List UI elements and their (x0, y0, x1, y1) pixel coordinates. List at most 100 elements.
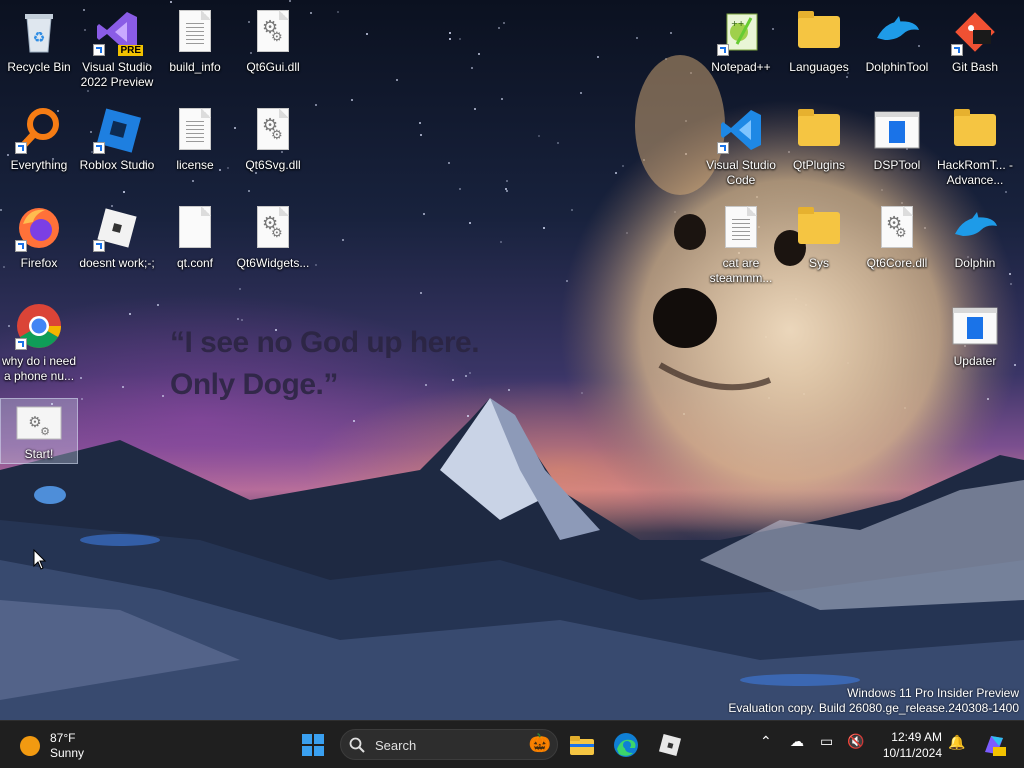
desktop-icon-dolphintool[interactable]: DolphinTool (858, 2, 936, 94)
icon-label: Sys (808, 256, 829, 270)
app-window-icon (951, 302, 999, 350)
text-file-icon (717, 204, 765, 252)
desktop-icon-firefox[interactable]: Firefox (0, 198, 78, 290)
desktop-icon-start[interactable]: ⚙ ⚙ Start! (0, 398, 78, 464)
app-window-icon (873, 106, 921, 154)
file-explorer-icon (570, 736, 594, 755)
desktop-icon-notepad-plus-plus[interactable]: ++ Notepad++ (702, 2, 780, 94)
desktop-icon-qt6gui-dll[interactable]: ⚙ ⚙ Qt6Gui.dll (234, 2, 312, 94)
roblox-icon (93, 204, 141, 252)
desktop-icon-everything[interactable]: Everything (0, 100, 78, 192)
desktop-icon-recycle-bin[interactable]: ♻ Recycle Bin (0, 2, 78, 94)
text-file-icon (171, 106, 219, 154)
desktop-icon-vscode[interactable]: Visual Studio Code (702, 100, 780, 192)
watermark-build: Evaluation copy. Build 26080.ge_release.… (728, 701, 1019, 715)
clock-time: 12:49 AM (891, 730, 942, 744)
svg-text:⚙: ⚙ (40, 425, 50, 438)
taskbar-roblox[interactable] (654, 729, 686, 761)
desktop-icon-qt-conf[interactable]: qt.conf (156, 198, 234, 290)
onedrive-offline-icon[interactable]: ☁ (790, 733, 804, 750)
settings-app-icon: ⚙ ⚙ (15, 403, 63, 443)
shortcut-arrow-icon (93, 142, 105, 154)
icon-label: Git Bash (951, 60, 999, 74)
icon-label: Qt6Core.dll (866, 256, 928, 270)
dolphin-icon (951, 204, 999, 252)
desktop-icon-hackromtools-folder[interactable]: HackRomT... - Advance... (936, 100, 1014, 192)
icon-label: Start! (24, 447, 54, 461)
shortcut-arrow-icon (93, 44, 105, 56)
icon-label: Dolphin (954, 256, 996, 270)
copilot-preview-icon (985, 736, 1006, 756)
windows-logo-icon (302, 734, 324, 756)
icon-label: Qt6Widgets... (236, 256, 310, 270)
taskbar-edge[interactable] (610, 729, 642, 761)
search-icon (349, 737, 365, 753)
blank-file-icon (171, 204, 219, 252)
dll-file-icon: ⚙ ⚙ (249, 204, 297, 252)
quote-line-2: Only Doge.” (170, 368, 338, 401)
desktop-icon-qt6core-dll[interactable]: ⚙ ⚙ Qt6Core.dll (858, 198, 936, 290)
folder-icon (795, 106, 843, 154)
desktop-icon-updater[interactable]: Updater (936, 296, 1014, 388)
network-icon[interactable]: ▭ (820, 733, 833, 750)
start-button[interactable] (297, 729, 329, 761)
roblox-icon (658, 733, 682, 757)
icon-label: why do i need a phone nu... (1, 354, 77, 383)
desktop-icon-chrome-shortcut[interactable]: why do i need a phone nu... (0, 296, 78, 388)
icon-label: build_info (169, 60, 221, 74)
dll-file-icon: ⚙ ⚙ (249, 8, 297, 56)
folder-icon (951, 106, 999, 154)
notification-bell-icon[interactable]: 🔔 (948, 734, 965, 751)
taskbar-file-explorer[interactable] (566, 729, 598, 761)
icon-label: Visual Studio Code (706, 158, 776, 187)
icon-label: HackRomT... - Advance... (937, 158, 1014, 187)
icon-label: Updater (953, 354, 997, 368)
desktop-icon-qt6widgets[interactable]: ⚙ ⚙ Qt6Widgets... (234, 198, 312, 290)
desktop-icon-license[interactable]: license (156, 100, 234, 192)
recycle-bin-icon: ♻ (15, 8, 63, 56)
desktop-icon-dolphin[interactable]: Dolphin (936, 198, 1014, 290)
svg-text:♻: ♻ (33, 30, 46, 46)
git-bash-icon (951, 8, 999, 56)
preview-badge: PRE (118, 45, 143, 56)
shortcut-arrow-icon (717, 44, 729, 56)
desktop-icon-visual-studio-2022[interactable]: PRE Visual Studio 2022 Preview (78, 2, 156, 94)
show-hidden-icons-chevron-icon[interactable]: ⌃ (760, 733, 772, 750)
desktop-icon-dsptool[interactable]: DSPTool (858, 100, 936, 192)
text-file-icon (171, 8, 219, 56)
watermark-edition: Windows 11 Pro Insider Preview (847, 686, 1019, 700)
icon-label: Qt6Gui.dll (246, 60, 300, 74)
desktop-icon-build-info[interactable]: build_info (156, 2, 234, 94)
desktop-icon-sys-folder[interactable]: Sys (780, 198, 858, 290)
shortcut-arrow-icon (951, 44, 963, 56)
volume-muted-icon[interactable]: 🔇 (847, 733, 864, 750)
notepad-plus-plus-icon: ++ (717, 8, 765, 56)
icon-label: qt.conf (176, 256, 214, 270)
desktop-icon-roblox-studio[interactable]: Roblox Studio (78, 100, 156, 192)
shortcut-arrow-icon (15, 240, 27, 252)
desktop-icon-qt6svg-dll[interactable]: ⚙ ⚙ Qt6Svg.dll (234, 100, 312, 192)
icon-label: cat are steammm... (709, 256, 773, 285)
taskbar-search-box[interactable]: Search 🎃 (340, 729, 558, 760)
desktop-icon-git-bash[interactable]: Git Bash (936, 2, 1014, 94)
roblox-studio-icon (93, 106, 141, 154)
visual-studio-icon: PRE (93, 8, 143, 56)
icon-label: Visual Studio 2022 Preview (80, 60, 154, 89)
halloween-pumpkin-icon: 🎃 (528, 733, 551, 753)
icon-label: Notepad++ (711, 60, 771, 74)
icon-label: Roblox Studio (79, 158, 155, 172)
icon-label: DSPTool (873, 158, 921, 172)
shortcut-arrow-icon (15, 142, 27, 154)
desktop-icon-qtplugins-folder[interactable]: QtPlugins (780, 100, 858, 192)
weather-widget[interactable]: 87°F Sunny (18, 729, 108, 761)
weather-condition: Sunny (50, 746, 85, 760)
desktop-icon-languages-folder[interactable]: Languages (780, 2, 858, 94)
search-label: Search (375, 738, 417, 753)
vscode-icon (717, 106, 765, 154)
clock-date: 10/11/2024 (882, 746, 942, 760)
taskbar-copilot[interactable] (978, 729, 1010, 761)
system-clock[interactable]: 12:49 AM 10/11/2024 (870, 729, 942, 761)
desktop-icon-doesnt-work[interactable]: doesnt work;-; (78, 198, 156, 290)
edge-icon (614, 733, 638, 757)
desktop-icon-cat-are-steam[interactable]: cat are steammm... (702, 198, 780, 290)
